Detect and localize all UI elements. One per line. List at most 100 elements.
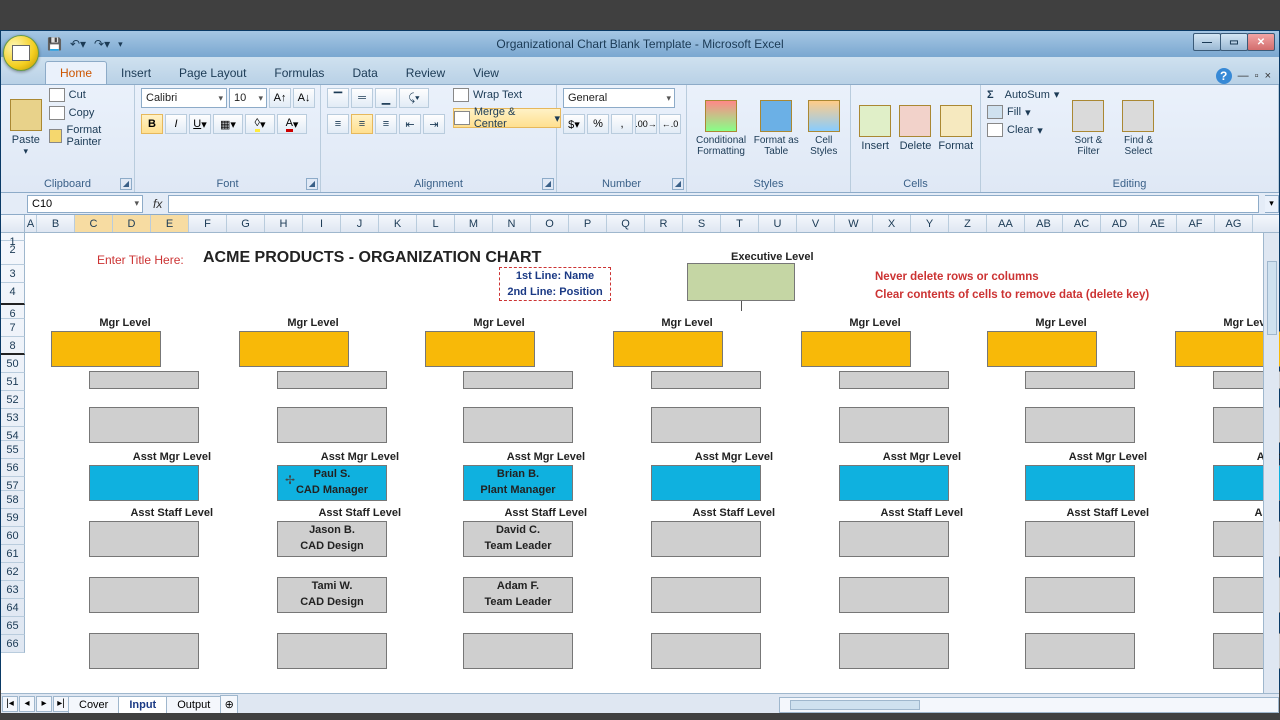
col-AE[interactable]: AE (1139, 215, 1177, 232)
copy-button[interactable]: Copy (49, 106, 128, 120)
asst-staff-box[interactable] (89, 633, 199, 669)
col-I[interactable]: I (303, 215, 341, 232)
staff-box[interactable] (651, 371, 761, 389)
asst-staff-box[interactable]: Adam F.Team Leader (463, 577, 573, 613)
align-top-button[interactable]: ▔ (327, 88, 349, 108)
horizontal-scrollbar[interactable] (779, 697, 1279, 713)
fill-button[interactable]: Fill▾ (987, 105, 1059, 119)
row-headers[interactable]: 1 2 3 4 6 7 8 50 51 52 53 54 55 56 57 58… (1, 233, 25, 653)
col-M[interactable]: M (455, 215, 493, 232)
tab-nav-prev[interactable]: ◂ (19, 696, 35, 712)
paste-button[interactable]: Paste▾ (7, 88, 45, 168)
staff-box[interactable] (1025, 371, 1135, 389)
italic-button[interactable]: I (165, 114, 187, 134)
qat-dropdown-icon[interactable]: ▾ (118, 39, 123, 50)
underline-button[interactable]: U▾ (189, 114, 211, 134)
col-G[interactable]: G (227, 215, 265, 232)
percent-button[interactable]: % (587, 114, 609, 134)
asst-mgr-box[interactable]: Brian B.Plant Manager (463, 465, 573, 501)
undo-icon[interactable]: ↶▾ (70, 37, 86, 51)
staff-box[interactable] (839, 371, 949, 389)
tab-data[interactable]: Data (338, 62, 391, 84)
autosum-button[interactable]: Σ AutoSum▾ (987, 88, 1059, 101)
asst-staff-box[interactable] (651, 577, 761, 613)
col-W[interactable]: W (835, 215, 873, 232)
col-AG[interactable]: AG (1215, 215, 1253, 232)
clipboard-dialog-launcher[interactable]: ◢ (120, 178, 132, 190)
col-F[interactable]: F (189, 215, 227, 232)
asst-staff-box[interactable] (1025, 633, 1135, 669)
cut-button[interactable]: Cut (49, 88, 128, 102)
expand-formula-bar-icon[interactable]: ▾ (1265, 195, 1279, 213)
merge-center-button[interactable]: Merge & Center▾ (453, 108, 561, 128)
asst-mgr-box[interactable] (89, 465, 199, 501)
chart-title[interactable]: ACME PRODUCTS - ORGANIZATION CHART (203, 249, 541, 267)
select-all-corner[interactable] (1, 215, 25, 232)
number-format-combo[interactable]: General (563, 88, 675, 108)
col-D[interactable]: D (113, 215, 151, 232)
clear-button[interactable]: Clear▾ (987, 123, 1059, 137)
staff-box[interactable] (1025, 407, 1135, 443)
align-center-button[interactable]: ≡ (351, 114, 373, 134)
comma-button[interactable]: , (611, 114, 633, 134)
align-right-button[interactable]: ≡ (375, 114, 397, 134)
shrink-font-button[interactable]: A↓ (293, 88, 315, 108)
staff-box[interactable] (277, 371, 387, 389)
orientation-button[interactable]: ⤹▾ (399, 88, 429, 108)
col-AF[interactable]: AF (1177, 215, 1215, 232)
sheet-tab-input[interactable]: Input (118, 696, 167, 713)
cell-styles-button[interactable]: Cell Styles (803, 88, 844, 168)
col-Q[interactable]: Q (607, 215, 645, 232)
asst-staff-box[interactable]: Tami W.CAD Design (277, 577, 387, 613)
col-U[interactable]: U (759, 215, 797, 232)
tab-view[interactable]: View (459, 62, 513, 84)
sheet-content[interactable]: Enter Title Here: ACME PRODUCTS - ORGANI… (25, 233, 1279, 713)
format-cells-button[interactable]: Format (938, 88, 974, 168)
fill-color-button[interactable]: ◊▾ (245, 114, 275, 134)
column-headers[interactable]: A B C D E F G H I J K L M N O P Q R S T … (1, 215, 1279, 233)
alignment-dialog-launcher[interactable]: ◢ (542, 178, 554, 190)
close-workbook-icon[interactable]: × (1265, 70, 1271, 82)
restore-window-icon[interactable]: ▫ (1255, 70, 1259, 82)
minimize-ribbon-icon[interactable]: — (1238, 70, 1249, 82)
scroll-thumb[interactable] (1267, 261, 1277, 335)
col-T[interactable]: T (721, 215, 759, 232)
asst-staff-box[interactable] (839, 521, 949, 557)
tab-page-layout[interactable]: Page Layout (165, 62, 260, 84)
grow-font-button[interactable]: A↑ (269, 88, 291, 108)
col-V[interactable]: V (797, 215, 835, 232)
asst-mgr-box[interactable] (839, 465, 949, 501)
asst-mgr-box[interactable] (651, 465, 761, 501)
staff-box[interactable] (839, 407, 949, 443)
staff-box[interactable] (89, 371, 199, 389)
tab-formulas[interactable]: Formulas (260, 62, 338, 84)
col-C[interactable]: C (75, 215, 113, 232)
staff-box[interactable] (651, 407, 761, 443)
conditional-formatting-button[interactable]: Conditional Formatting (693, 88, 749, 168)
mgr-box[interactable] (425, 331, 535, 367)
align-middle-button[interactable]: ═ (351, 88, 373, 108)
executive-box[interactable] (687, 263, 795, 301)
maximize-button[interactable]: ▭ (1220, 33, 1248, 51)
align-left-button[interactable]: ≡ (327, 114, 349, 134)
indent-decrease-button[interactable]: ⇤ (399, 114, 421, 134)
border-button[interactable]: ▦▾ (213, 114, 243, 134)
tab-nav-first[interactable]: |◂ (2, 696, 18, 712)
asst-staff-box[interactable]: Jason B.CAD Design (277, 521, 387, 557)
mgr-box[interactable] (613, 331, 723, 367)
redo-icon[interactable]: ↷▾ (94, 37, 110, 51)
find-select-button[interactable]: Find & Select (1117, 88, 1159, 168)
staff-box[interactable] (277, 407, 387, 443)
col-A[interactable]: A (25, 215, 37, 232)
tab-nav-next[interactable]: ▸ (36, 696, 52, 712)
tab-review[interactable]: Review (392, 62, 459, 84)
hscroll-thumb[interactable] (790, 700, 920, 710)
tab-home[interactable]: Home (45, 61, 107, 84)
mgr-box[interactable] (801, 331, 911, 367)
col-P[interactable]: P (569, 215, 607, 232)
wrap-text-button[interactable]: Wrap Text (453, 88, 561, 102)
asst-mgr-box[interactable] (1025, 465, 1135, 501)
sort-filter-button[interactable]: Sort & Filter (1067, 88, 1109, 168)
mgr-box[interactable] (987, 331, 1097, 367)
font-color-button[interactable]: A▾ (277, 114, 307, 134)
